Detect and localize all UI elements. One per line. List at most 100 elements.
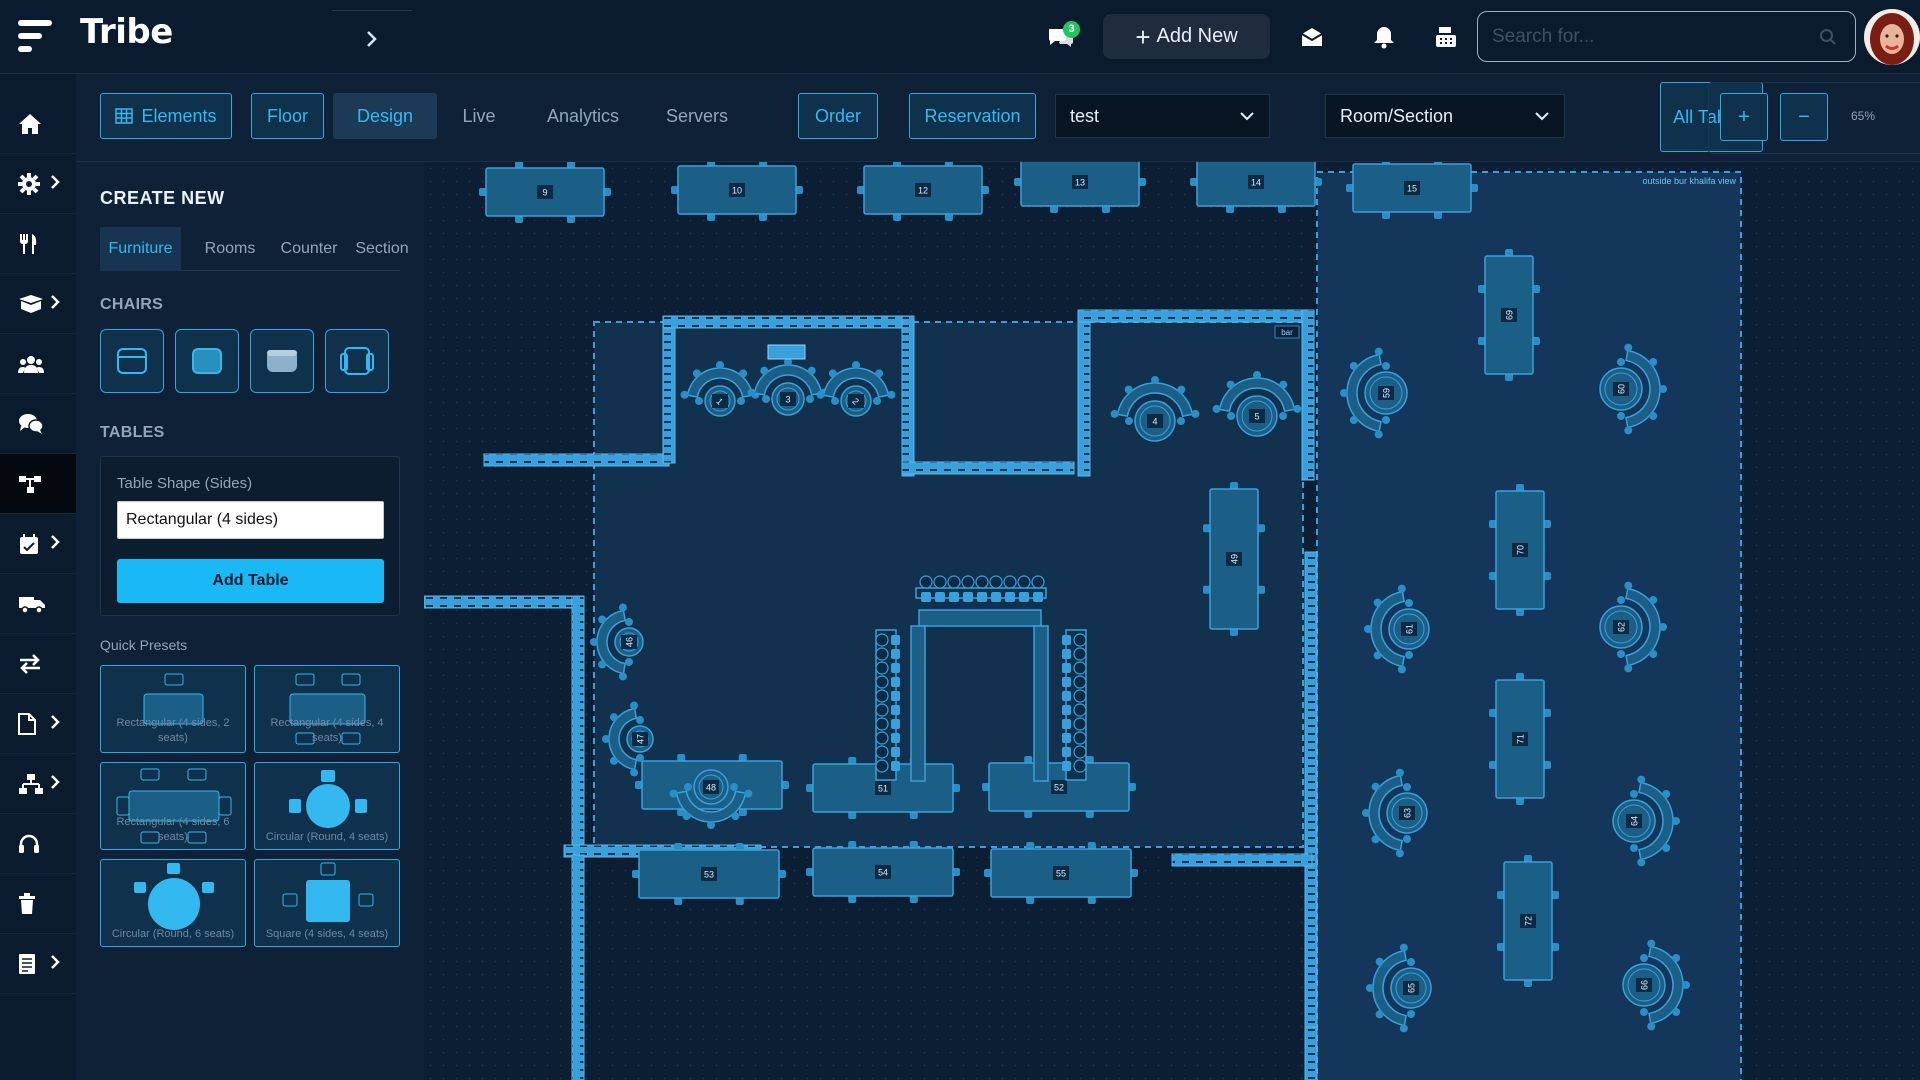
table-13[interactable]: 13 [1014, 162, 1146, 213]
servers-tab[interactable]: Servers [656, 93, 738, 139]
report-icon [19, 953, 35, 974]
inbox-button[interactable] [1297, 22, 1327, 52]
tab-section[interactable]: Section [352, 227, 412, 271]
expand-button[interactable] [332, 10, 412, 66]
sidebar-item-support[interactable] [0, 814, 76, 874]
preset-round-6-seats[interactable]: Circular (Round, 6 seats) [100, 859, 246, 947]
table-69[interactable]: 69 [1478, 249, 1540, 381]
preset-round-4-seats[interactable]: Circular (Round, 4 seats) [254, 762, 400, 850]
search-icon[interactable] [1819, 28, 1837, 46]
table-12[interactable]: 12 [857, 162, 989, 221]
room-select-value: Room/Section [1340, 105, 1454, 126]
tab-counter[interactable]: Counter [273, 227, 345, 271]
chair-option-4[interactable] [325, 329, 389, 393]
sidebar-item-floor-plan[interactable] [0, 454, 76, 514]
notification-count-badge: 3 [1063, 21, 1080, 38]
sidebar-item-reservations[interactable] [0, 514, 76, 574]
add-table-button[interactable]: Add Table [117, 559, 384, 603]
preset-rect-4-seats[interactable]: Rectangular (4 sides, 4 seats) [254, 665, 400, 753]
preset-rect-2-seats[interactable]: Rectangular (4 sides, 2 seats) [100, 665, 246, 753]
menu-logo-icon[interactable] [16, 16, 56, 56]
search-box [1477, 11, 1856, 62]
room-section-select[interactable]: Room/Section [1325, 94, 1565, 138]
table-15[interactable]: 15 [1346, 162, 1478, 219]
add-new-label: Add New [1156, 25, 1238, 47]
table-14[interactable]: 14 [1190, 162, 1322, 213]
elements-label: Elements [141, 105, 217, 126]
floor-canvas[interactable]: outside bur khalifa view bar 9 10 12 13 14 15… [424, 162, 1920, 1080]
sidebar-item-messages[interactable] [0, 394, 76, 454]
search-input[interactable] [1478, 12, 1778, 61]
floor-button[interactable]: Floor [251, 93, 324, 139]
table-number: 66 [1640, 980, 1650, 990]
zoom-in-button[interactable]: + [1720, 93, 1768, 141]
tables-heading: TABLES [100, 424, 165, 441]
chevron-down-icon [1535, 112, 1549, 121]
sidebar-item-trash[interactable] [0, 874, 76, 934]
cash-register-button[interactable] [1431, 22, 1461, 52]
table-72[interactable]: 72 [1497, 855, 1559, 987]
cash-register-icon [1436, 27, 1456, 47]
sidebar [0, 74, 76, 1080]
table-71[interactable]: 71 [1489, 673, 1551, 805]
table-number: 70 [1516, 545, 1526, 555]
zoom-controls: + − 65% [1708, 82, 1920, 154]
sidebar-item-transfers[interactable] [0, 634, 76, 694]
chair-option-1[interactable] [100, 329, 164, 393]
table-70[interactable]: 70 [1489, 484, 1551, 616]
tab-rooms[interactable]: Rooms [195, 227, 265, 271]
table-52[interactable]: 52 [982, 756, 1136, 818]
armchair-filled-icon [192, 348, 222, 374]
zoom-level: 65% [1851, 109, 1876, 123]
hierarchy-icon [19, 773, 43, 794]
table-number: 64 [1630, 816, 1640, 826]
grid-table-icon [115, 108, 134, 124]
add-new-button[interactable]: + Add New [1103, 14, 1270, 59]
sidebar-item-customers[interactable] [0, 334, 76, 394]
tab-furniture[interactable]: Furniture [100, 227, 181, 271]
chevron-right-icon [367, 30, 377, 47]
sidebar-item-documents[interactable] [0, 694, 76, 754]
preset-square-4-seats[interactable]: Square (4 sides, 4 seats) [254, 859, 400, 947]
table-49[interactable]: 49 [1203, 482, 1265, 636]
live-tab[interactable]: Live [449, 93, 509, 139]
floor-select[interactable]: test [1055, 94, 1270, 138]
table-54[interactable]: 54 [806, 841, 960, 903]
table-9[interactable]: 9 [479, 162, 611, 223]
chevron-right-icon [51, 535, 60, 549]
table-53[interactable]: 53 [632, 843, 786, 905]
sidebar-item-menu[interactable] [0, 214, 76, 274]
bar-label: bar [1281, 328, 1293, 337]
sidebar-item-home[interactable] [0, 94, 76, 154]
sidebar-item-delivery[interactable] [0, 574, 76, 634]
order-button[interactable]: Order [798, 93, 878, 139]
analytics-tab[interactable]: Analytics [528, 93, 638, 139]
chair-option-3[interactable] [250, 329, 314, 393]
table-number: 14 [1251, 178, 1261, 188]
chevron-right-icon [51, 175, 60, 189]
chair-option-2[interactable] [175, 329, 239, 393]
table-number: 72 [1524, 916, 1534, 926]
sidebar-item-organization[interactable] [0, 754, 76, 814]
reservation-button[interactable]: Reservation [909, 93, 1036, 139]
table-55[interactable]: 55 [984, 842, 1138, 904]
preset-rect-6-seats[interactable]: Rectangular (4 sides, 6 seats) [100, 762, 246, 850]
elements-button[interactable]: Elements [100, 93, 232, 139]
gear-icon [18, 172, 40, 195]
headset-icon [19, 834, 39, 853]
table-10[interactable]: 10 [671, 162, 803, 221]
sidebar-item-settings[interactable] [0, 154, 76, 214]
sidebar-item-reports[interactable] [0, 934, 76, 994]
table-shape-field[interactable] [117, 501, 384, 539]
utensils-icon [20, 233, 37, 254]
zoom-out-button[interactable]: − [1780, 93, 1828, 141]
table-number: 49 [1230, 554, 1240, 564]
preset-label: Square (4 sides, 4 seats) [265, 928, 389, 940]
preset-label: Circular (Round, 4 seats) [265, 831, 389, 843]
design-button[interactable]: Design [333, 93, 437, 139]
notifications-button[interactable] [1369, 22, 1399, 52]
document-icon [18, 712, 36, 735]
envelope-icon [1301, 28, 1323, 46]
sidebar-item-inventory[interactable] [0, 274, 76, 334]
user-avatar[interactable] [1864, 9, 1920, 65]
